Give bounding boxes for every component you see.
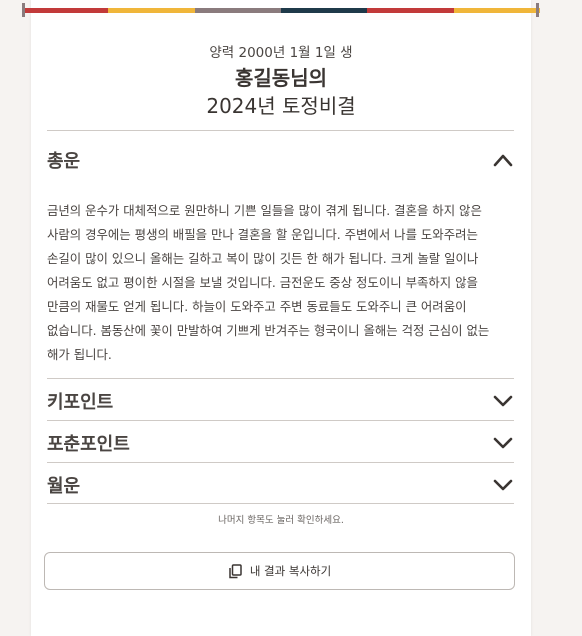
stripe-segment	[280, 8, 368, 13]
stripe-segment	[453, 8, 540, 13]
divider	[47, 420, 514, 421]
copy-icon	[228, 563, 242, 579]
chevron-down-icon[interactable]	[492, 390, 514, 412]
stripe-segment	[367, 8, 454, 13]
copy-button-label: 내 결과 복사하기	[249, 564, 332, 578]
year-title: 2024년 토정비결	[206, 94, 356, 118]
copy-result-button[interactable]: 내 결과 복사하기	[44, 552, 515, 590]
stripe-segment	[22, 8, 109, 13]
chevron-down-icon[interactable]	[492, 432, 514, 454]
stripe-cap-right	[536, 3, 539, 17]
section-monthly-title: 월운	[47, 476, 81, 497]
stripe-segment	[108, 8, 195, 13]
divider	[47, 503, 514, 504]
name-title: 홍길동님의	[235, 66, 327, 90]
stripe-cap-left	[22, 3, 25, 17]
result-header: 양력 2000년 1월 1일 생 홍길동님의 2024년 토정비결	[31, 42, 531, 120]
section-focus-header[interactable]: 포춘포인트	[47, 423, 514, 463]
section-keypoint-header[interactable]: 키포인트	[47, 381, 514, 421]
section-focus-title: 포춘포인트	[47, 434, 130, 455]
section-general-title: 총운	[47, 151, 81, 172]
section-general-header[interactable]: 총운	[47, 140, 514, 180]
color-stripe	[22, 8, 540, 13]
hint-text: 나머지 항목도 눌러 확인하세요.	[218, 515, 344, 526]
stripe-segment	[194, 8, 281, 13]
chevron-down-icon[interactable]	[492, 474, 514, 496]
section-monthly-header[interactable]: 월운	[47, 465, 514, 505]
divider	[47, 130, 514, 131]
divider	[47, 378, 514, 379]
divider	[47, 462, 514, 463]
section-general-text: 금년의 운수가 대체적으로 원만하니 기쁜 일들을 많이 겪게 됩니다. 결혼을…	[47, 203, 490, 362]
section-keypoint-title: 키포인트	[47, 392, 114, 413]
chevron-up-icon[interactable]	[492, 149, 514, 171]
birth-date: 양력 2000년 1월 1일 생	[209, 45, 353, 61]
